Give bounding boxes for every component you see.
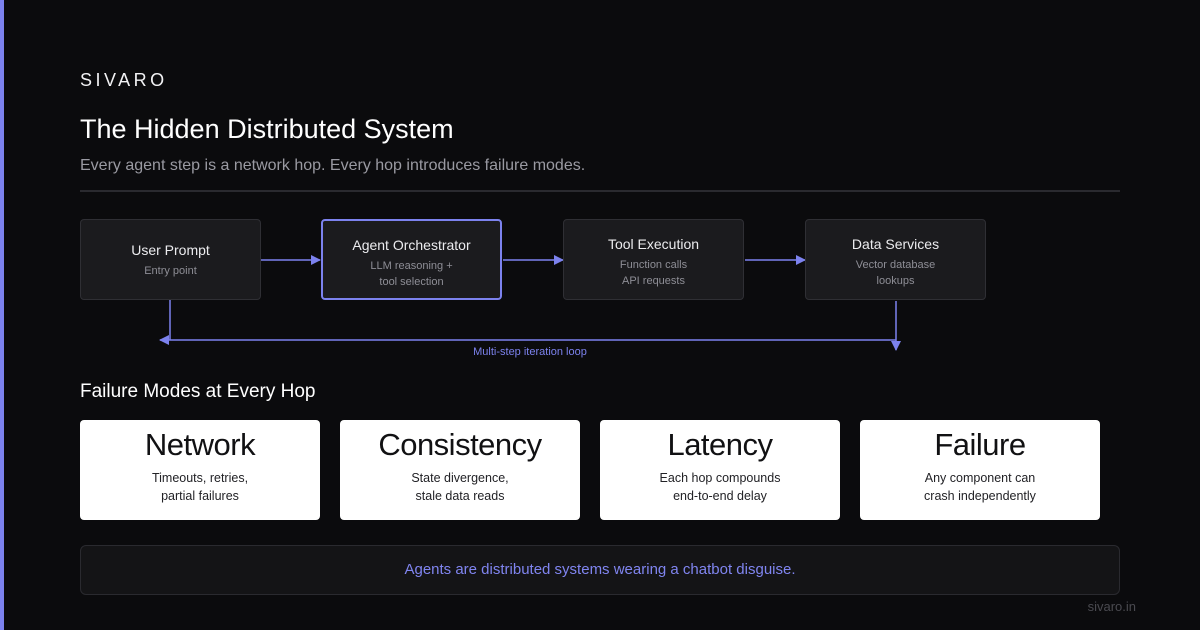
node-title: User Prompt — [131, 242, 210, 258]
node-desc: LLM reasoning + tool selection — [370, 260, 453, 288]
flow-connectors — [159, 255, 901, 351]
card-desc: State divergence, stale data reads — [411, 471, 509, 503]
failure-card-latency: Latency Each hop compounds end-to-end de… — [600, 420, 840, 520]
card-title: Latency — [667, 427, 773, 462]
node-agent-orchestrator: Agent Orchestrator LLM reasoning + tool … — [321, 219, 502, 300]
node-user-prompt: User Prompt Entry point — [80, 219, 261, 300]
node-desc: Function calls API requests — [619, 259, 688, 287]
footer-url: sivaro.in — [1087, 599, 1136, 614]
failure-card-consistency: Consistency State divergence, stale data… — [340, 420, 580, 520]
failure-card-failure: Failure Any component can crash independ… — [860, 420, 1100, 520]
card-desc: Any component can crash independently — [924, 471, 1036, 503]
callout-banner: Agents are distributed systems wearing a… — [80, 545, 1120, 595]
node-desc: Vector database lookups — [855, 259, 936, 287]
failure-card-network: Network Timeouts, retries, partial failu… — [80, 420, 320, 520]
node-desc: Entry point — [144, 265, 197, 277]
node-title: Data Services — [851, 236, 940, 252]
node-data-services: Data Services Vector database lookups — [805, 219, 986, 300]
card-desc: Timeouts, retries, partial failures — [151, 471, 249, 503]
card-title: Consistency — [378, 427, 542, 462]
loop-label: Multi-step iteration loop — [473, 346, 587, 358]
node-title: Agent Orchestrator — [352, 237, 471, 253]
card-desc: Each hop compounds end-to-end delay — [659, 471, 781, 503]
card-title: Failure — [934, 427, 1026, 462]
node-tool-execution: Tool Execution Function calls API reques… — [563, 219, 744, 300]
failure-section-title: Failure Modes at Every Hop — [80, 381, 316, 402]
card-title: Network — [144, 427, 256, 462]
node-title: Tool Execution — [607, 236, 700, 252]
